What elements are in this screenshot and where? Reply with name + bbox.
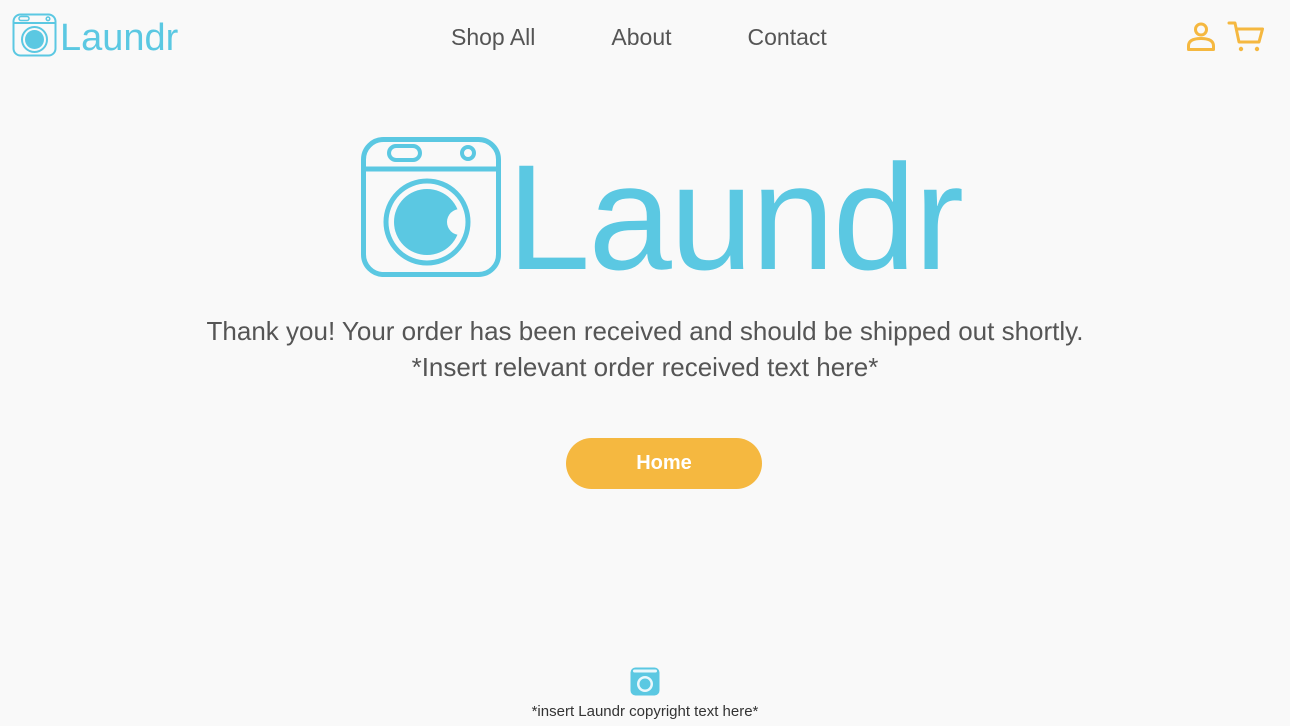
home-button[interactable]: Home — [566, 438, 762, 489]
washing-machine-icon — [12, 13, 57, 62]
main-nav: Shop All About Contact — [451, 22, 827, 52]
hero-logo: Laundr — [361, 133, 964, 301]
brand-name: Laundr — [60, 16, 179, 59]
header-actions — [1185, 20, 1265, 54]
washing-machine-icon — [361, 137, 501, 282]
hero-logo-text: Laundr — [507, 133, 964, 301]
order-confirmation-message: Thank you! Your order has been received … — [0, 313, 1290, 385]
cart-icon[interactable] — [1227, 20, 1265, 54]
nav-item-contact[interactable]: Contact — [748, 22, 827, 52]
message-line-2: *Insert relevant order received text her… — [411, 352, 879, 382]
message-line-1: Thank you! Your order has been received … — [206, 316, 1084, 346]
copyright-text: *insert Laundr copyright text here* — [531, 703, 759, 720]
nav-item-shop-all[interactable]: Shop All — [451, 22, 535, 52]
footer-washing-machine-icon — [630, 667, 660, 701]
nav-item-about[interactable]: About — [611, 22, 671, 52]
user-icon[interactable] — [1185, 21, 1217, 53]
brand-logo-link[interactable]: Laundr — [12, 13, 178, 62]
page: Laundr Shop All About Contact Laundr Tha… — [0, 0, 1290, 726]
